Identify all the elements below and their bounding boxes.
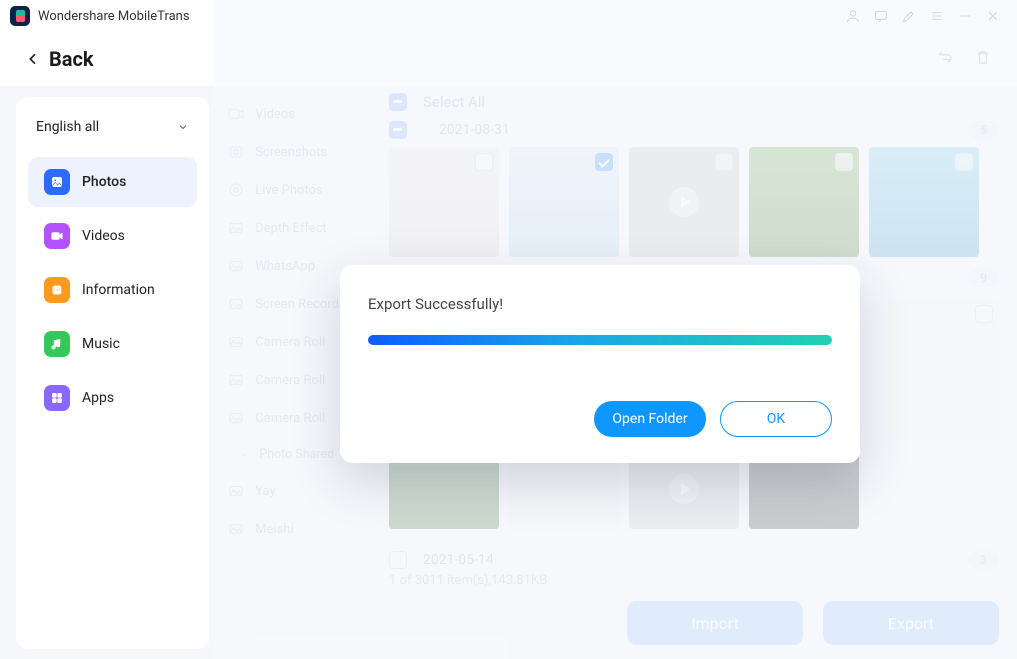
sidebar-item-photos[interactable]: Photos [28, 157, 197, 207]
folder-label: Screenshots [255, 145, 327, 160]
folder-label: Camera Roll [255, 411, 325, 426]
select-all-label: Select All [423, 93, 485, 111]
select-all-row[interactable]: Select All [389, 93, 999, 111]
folder-item[interactable]: Meishi [213, 510, 381, 548]
folder-item[interactable]: Live Photos [213, 171, 381, 209]
thumbnail-checkbox[interactable] [475, 153, 493, 171]
sidebar: English all Photos Videos Information Mu… [16, 97, 209, 649]
folder-label: Photo Shared [259, 447, 334, 462]
group-checkbox[interactable] [389, 121, 407, 139]
folder-label: Screen Recorder [255, 297, 350, 312]
export-button[interactable]: Export [823, 601, 999, 645]
videos-icon [44, 223, 70, 249]
status-text: 1 of 3011 item(s),143.81KB [389, 573, 999, 588]
group-count-badge: 5 [968, 121, 999, 139]
group-date: 2021-08-31 [439, 122, 510, 138]
page-header: Back [0, 32, 1017, 87]
photos-icon [44, 169, 70, 195]
sidebar-item-label: Apps [82, 390, 114, 406]
sidebar-item-label: Videos [82, 228, 125, 244]
export-success-dialog: Export Successfully! Open Folder OK [340, 265, 860, 463]
menu-icon[interactable] [923, 2, 951, 30]
action-buttons: Import Export [627, 601, 999, 645]
folder-item[interactable]: Depth Effect [213, 209, 381, 247]
ok-button[interactable]: OK [720, 401, 832, 437]
sidebar-item-label: Information [82, 282, 155, 298]
play-icon [669, 187, 699, 217]
photo-thumbnail[interactable] [389, 147, 499, 257]
folder-label: WhatsApp [255, 259, 315, 274]
date-group-header[interactable]: 2021-08-31 5 [389, 121, 999, 139]
thumbnail-checkbox[interactable] [715, 153, 733, 171]
folder-item[interactable]: Screenshots [213, 133, 381, 171]
edit-icon[interactable] [895, 2, 923, 30]
information-icon [44, 277, 70, 303]
chevron-down-icon [239, 450, 249, 460]
group-date: 2021-05-14 [423, 552, 494, 568]
date-group-header[interactable]: 2021-05-14 3 [389, 551, 999, 569]
folder-label: Meishi [255, 522, 293, 537]
thumbnail-checkbox[interactable] [975, 305, 993, 323]
export-label: Export [888, 614, 934, 633]
sidebar-item-label: Photos [82, 174, 126, 190]
play-icon [669, 474, 699, 504]
language-selector[interactable]: English all [16, 107, 209, 153]
import-button[interactable]: Import [627, 601, 803, 645]
select-all-checkbox[interactable] [389, 93, 407, 111]
folder-label: Live Photos [255, 183, 323, 198]
folder-item[interactable]: Yay [213, 472, 381, 510]
folder-item[interactable]: Videos [213, 95, 381, 133]
close-icon[interactable] [979, 2, 1007, 30]
group-count-badge: 3 [968, 551, 999, 569]
chevron-down-icon [177, 121, 189, 133]
folder-label: Yay [255, 484, 275, 499]
delete-icon[interactable] [974, 48, 992, 70]
folder-label: Videos [255, 107, 295, 122]
sidebar-item-videos[interactable]: Videos [28, 211, 197, 261]
folder-label: Depth Effect [255, 221, 326, 236]
app-title: Wondershare MobileTrans [38, 9, 190, 24]
open-folder-label: Open Folder [612, 411, 687, 427]
apps-icon [44, 385, 70, 411]
sidebar-item-apps[interactable]: Apps [28, 373, 197, 423]
titlebar: Wondershare MobileTrans [0, 0, 1017, 32]
thumbnail-checkbox[interactable] [595, 153, 613, 171]
back-button[interactable]: Back [25, 47, 94, 71]
photo-thumbnail[interactable] [869, 147, 979, 257]
dialog-title: Export Successfully! [368, 295, 832, 313]
sidebar-item-music[interactable]: Music [28, 319, 197, 369]
language-label: English all [36, 119, 99, 135]
thumbnail-checkbox[interactable] [835, 153, 853, 171]
import-label: Import [691, 614, 739, 633]
folder-label: Camera Roll [255, 373, 325, 388]
group-checkbox[interactable] [389, 551, 407, 569]
music-icon [44, 331, 70, 357]
photo-thumbnail[interactable] [749, 147, 859, 257]
feedback-icon[interactable] [867, 2, 895, 30]
open-folder-button[interactable]: Open Folder [594, 401, 706, 437]
back-label: Back [49, 47, 94, 71]
photo-thumbnail[interactable] [509, 147, 619, 257]
group-count-badge: 9 [968, 269, 999, 287]
thumbnail-row [389, 147, 999, 257]
app-logo-icon [10, 6, 30, 26]
progress-bar [368, 335, 832, 345]
folder-label: Camera Roll [255, 335, 325, 350]
sidebar-item-label: Music [82, 336, 120, 352]
video-thumbnail[interactable] [629, 147, 739, 257]
sidebar-item-information[interactable]: Information [28, 265, 197, 315]
refresh-icon[interactable] [936, 48, 954, 70]
thumbnail-checkbox[interactable] [955, 153, 973, 171]
chevron-left-icon [25, 51, 41, 67]
account-icon[interactable] [839, 2, 867, 30]
minimize-icon[interactable] [951, 2, 979, 30]
ok-label: OK [767, 411, 785, 427]
photo-thumbnail[interactable] [889, 299, 999, 439]
